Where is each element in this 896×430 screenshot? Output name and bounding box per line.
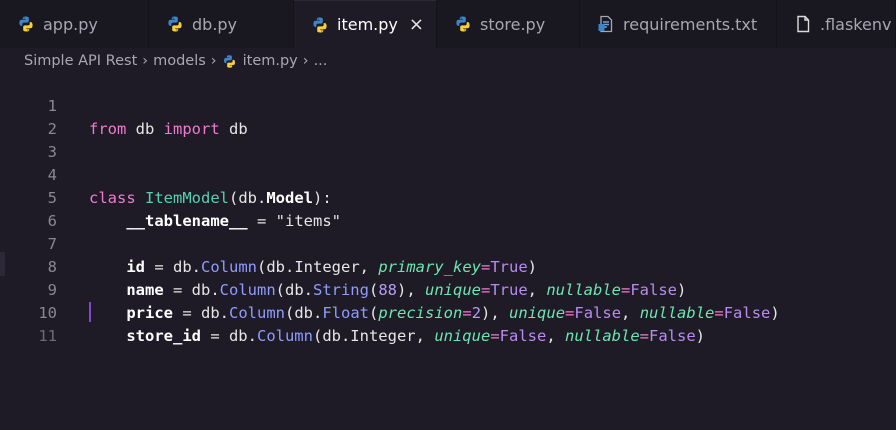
tab-label: store.py [480,14,546,34]
code-text: store_id = db.Column(db.Integer, unique=… [126,327,706,345]
code-line-10: 10 store_id = db.Column(db.Integer, uniq… [0,279,896,345]
code-line-3: 3 [0,118,896,161]
tab-label: .flaskenv [820,14,892,34]
code-line-1: 1 from db import db [0,72,896,138]
tab-store-py[interactable]: store.py [437,0,580,48]
breadcrumb-folder[interactable]: models [153,53,206,69]
text-cursor [89,302,91,322]
breadcrumb-root[interactable]: Simple API Rest [24,53,137,69]
code-line-7: 7 id = db.Column(db.Integer, primary_key… [0,210,896,276]
tab-label: item.py [337,15,398,34]
tab-label: db.py [192,14,238,34]
python-icon [313,17,327,32]
python-icon [19,16,33,32]
tab-label: app.py [43,14,98,34]
chevron-right-icon: › [210,53,217,69]
code-line-5: 5 __tablename__ = "items" [0,164,896,230]
chevron-right-icon: › [302,53,309,69]
python-icon [168,16,182,32]
text-file-icon [598,15,613,33]
breadcrumb: Simple API Rest › models › item.py › ... [24,50,327,72]
tab-app-py[interactable]: app.py [0,0,149,48]
code-editor[interactable]: 1 from db import db 2 3 4 class ItemMode… [0,72,896,430]
tab-bar: app.py db.py item.py × store.py requirem… [0,0,896,48]
code-line-4: 4 class ItemModel(db.Model): [0,141,896,207]
close-icon[interactable]: × [409,14,424,35]
tab-item-py[interactable]: item.py × [294,0,437,48]
tab-flaskenv[interactable]: .flaskenv [777,0,896,48]
breadcrumb-more[interactable]: ... [314,53,328,69]
code-line-11: 11 [0,302,896,345]
file-icon [797,15,810,33]
code-line-9: 9 price = db.Column(db.Float(precision=2… [0,256,896,322]
tab-db-py[interactable]: db.py [149,0,294,48]
code-line-6: 6 [0,187,896,230]
code-line-2: 2 [0,95,896,138]
chevron-right-icon: › [142,53,149,69]
python-icon [223,54,235,68]
line-number: 11 [38,327,57,345]
tab-label: requirements.txt [623,14,758,34]
python-icon [456,16,470,32]
code-line-8: 8 name = db.Column(db.String(88), unique… [0,233,896,299]
tab-requirements-txt[interactable]: requirements.txt [580,0,777,48]
breadcrumb-file[interactable]: item.py [243,53,298,69]
